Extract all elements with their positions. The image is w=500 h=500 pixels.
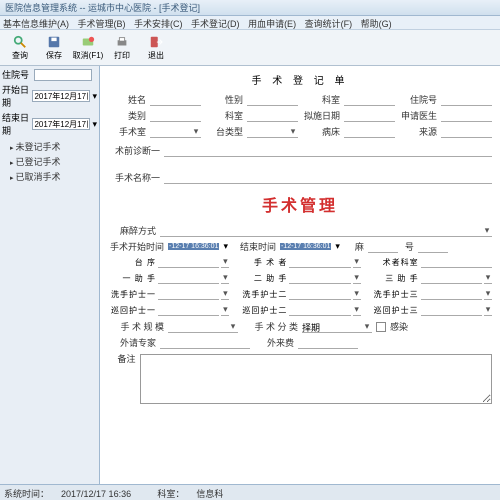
status-bar: 系统时间：2017/12/17 16:36 科室：信息科 (0, 484, 500, 500)
exit-button[interactable]: 退出 (140, 32, 172, 63)
menu-item[interactable]: 手术安排(C) (134, 19, 183, 29)
print-icon (115, 35, 129, 49)
start-date-input[interactable] (32, 90, 90, 102)
search-icon (13, 35, 27, 49)
surgeon-field[interactable] (289, 257, 350, 268)
desk-type-field[interactable] (247, 126, 288, 138)
dropdown-icon[interactable]: ▾ (221, 256, 229, 268)
ward-field[interactable] (247, 110, 298, 122)
dropdown-icon[interactable]: ▾ (484, 272, 492, 284)
menu-item[interactable]: 查询统计(F) (305, 19, 353, 29)
scrub-nurse3-field[interactable] (421, 289, 482, 300)
doctor-field[interactable] (441, 110, 492, 122)
title-bar: 医院信息管理系统 -- 运城市中心医院 - [手术登记] (0, 0, 500, 16)
op-scale-field[interactable] (168, 321, 228, 333)
circ-nurse1-field[interactable] (158, 305, 219, 316)
dept-label: 科室：信息科 (157, 489, 235, 499)
section-title: 手术管理 (108, 192, 492, 216)
table-order-field[interactable] (158, 257, 219, 268)
dropdown-icon[interactable]: ▾ (362, 321, 372, 333)
tree-item-cancelled[interactable]: 已取消手术 (2, 169, 97, 184)
operation-name-field[interactable] (164, 172, 492, 184)
assist2-field[interactable] (289, 273, 350, 284)
menu-bar: 基本信息维护(A) 手术管理(B) 手术安排(C) 手术登记(D) 用血申请(E… (0, 16, 500, 30)
app-title: 医院信息管理系统 -- 运城市中心医院 - [手术登记] (5, 3, 200, 13)
save-button[interactable]: 保存 (38, 32, 70, 63)
dropdown-icon[interactable]: ▾ (482, 225, 492, 237)
bed-field[interactable] (344, 126, 395, 138)
scrub-nurse2-field[interactable] (289, 289, 350, 300)
dropdown-icon[interactable]: ▾ (353, 256, 361, 268)
inpatient-id-label: 住院号 (2, 68, 32, 81)
dropdown-icon[interactable]: ▾ (221, 288, 229, 300)
infection-checkbox[interactable] (376, 322, 386, 332)
op-class-field[interactable]: 择期 (302, 321, 362, 333)
anes-subfield[interactable] (368, 241, 398, 253)
main-panel: 手 术 登 记 单 姓名 性别 科室 住院号 类别 科室 拟施日期 申请医生 手… (100, 66, 500, 484)
surgeon-dept-field[interactable] (421, 257, 492, 268)
left-panel: 住院号 开始日期 ▾ 结束日期 ▾ 未登记手术 已登记手术 已取消手术 (0, 66, 100, 484)
dept-field[interactable] (344, 94, 395, 106)
exit-icon (149, 35, 163, 49)
print-button[interactable]: 打印 (106, 32, 138, 63)
dropdown-icon[interactable]: ▾ (353, 272, 361, 284)
dropdown-icon[interactable]: ▾ (221, 304, 229, 316)
start-datetime[interactable]: -12-17 16:36:01 (168, 243, 219, 250)
system-time-label: 系统时间：2017/12/17 16:36 (4, 489, 143, 499)
dropdown-icon[interactable]: ▾ (288, 126, 298, 138)
notes-textarea[interactable] (140, 354, 492, 404)
toolbar: 查询 保存 取消(F1) 打印 退出 (0, 30, 500, 66)
start-date-label: 开始日期 (2, 83, 30, 109)
end-date-label: 结束日期 (2, 111, 30, 137)
assist3-field[interactable] (421, 273, 482, 284)
circ-nurse3-field[interactable] (421, 305, 482, 316)
date-picker-icon[interactable]: ▾ (92, 91, 97, 102)
end-datetime[interactable]: -12-17 16:36:01 (280, 243, 331, 250)
scrub-nurse1-field[interactable] (158, 289, 219, 300)
num-field[interactable] (418, 241, 448, 253)
external-fee-field[interactable] (298, 337, 358, 349)
kind-field[interactable] (150, 110, 201, 122)
dropdown-icon[interactable]: ▾ (484, 304, 492, 316)
dropdown-icon[interactable]: ▾ (335, 241, 340, 252)
circ-nurse2-field[interactable] (289, 305, 350, 316)
menu-item[interactable]: 手术登记(D) (191, 19, 240, 29)
cancel-icon (81, 35, 95, 49)
preop-diagnosis-field[interactable] (164, 145, 492, 157)
date-picker-icon[interactable]: ▾ (92, 119, 97, 130)
inpatient-field[interactable] (441, 94, 492, 106)
save-icon (47, 35, 61, 49)
search-button[interactable]: 查询 (4, 32, 36, 63)
assist1-field[interactable] (158, 273, 219, 284)
menu-item[interactable]: 帮助(G) (361, 19, 392, 29)
dropdown-icon[interactable]: ▾ (228, 321, 238, 333)
form-title: 手 术 登 记 单 (108, 72, 492, 87)
dropdown-icon[interactable]: ▾ (484, 288, 492, 300)
cancel-button[interactable]: 取消(F1) (72, 32, 104, 63)
dropdown-icon[interactable]: ▾ (191, 126, 201, 138)
name-field[interactable] (150, 94, 201, 106)
op-room-field[interactable] (150, 126, 191, 138)
dropdown-icon[interactable]: ▾ (223, 241, 228, 252)
plan-date-field[interactable] (344, 110, 395, 122)
source-field[interactable] (441, 126, 492, 138)
anesthesia-field[interactable] (160, 225, 482, 237)
dropdown-icon[interactable]: ▾ (353, 288, 361, 300)
menu-item[interactable]: 基本信息维护(A) (3, 19, 69, 29)
end-date-input[interactable] (32, 118, 90, 130)
dropdown-icon[interactable]: ▾ (353, 304, 361, 316)
sex-field[interactable] (247, 94, 298, 106)
inpatient-id-input[interactable] (34, 69, 92, 81)
tree-item-registered[interactable]: 已登记手术 (2, 154, 97, 169)
menu-item[interactable]: 用血申请(E) (248, 19, 296, 29)
tree-item-unregistered[interactable]: 未登记手术 (2, 139, 97, 154)
menu-item[interactable]: 手术管理(B) (78, 19, 126, 29)
external-expert-field[interactable] (160, 337, 250, 349)
dropdown-icon[interactable]: ▾ (221, 272, 229, 284)
